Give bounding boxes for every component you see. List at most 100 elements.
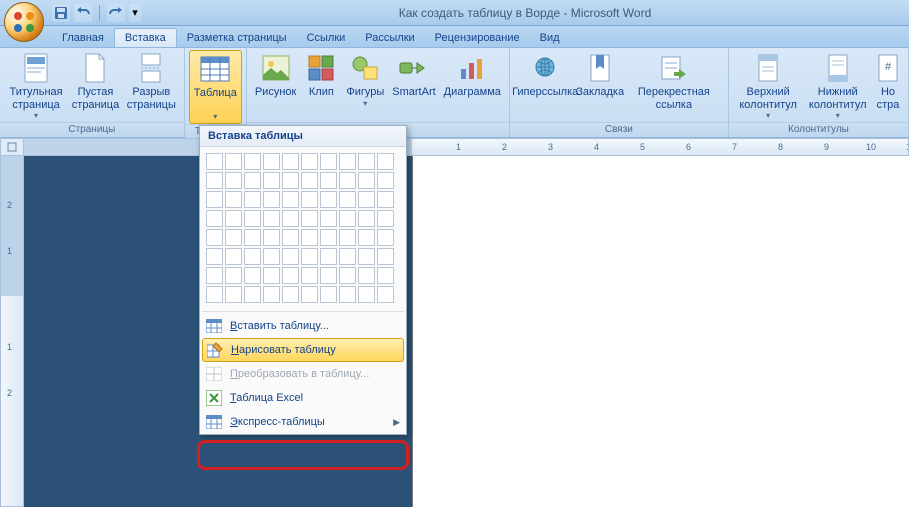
- grid-cell[interactable]: [244, 267, 261, 284]
- grid-cell[interactable]: [225, 229, 242, 246]
- grid-cell[interactable]: [320, 229, 337, 246]
- grid-cell[interactable]: [263, 191, 280, 208]
- grid-cell[interactable]: [320, 172, 337, 189]
- grid-cell[interactable]: [339, 286, 356, 303]
- grid-cell[interactable]: [225, 191, 242, 208]
- clip-button[interactable]: Клип: [300, 50, 342, 101]
- grid-cell[interactable]: [244, 229, 261, 246]
- chart-button[interactable]: Диаграмма: [440, 50, 505, 101]
- grid-cell[interactable]: [244, 172, 261, 189]
- grid-cell[interactable]: [263, 229, 280, 246]
- grid-cell[interactable]: [339, 248, 356, 265]
- grid-cell[interactable]: [244, 153, 261, 170]
- grid-cell[interactable]: [263, 248, 280, 265]
- grid-cell[interactable]: [339, 229, 356, 246]
- smartart-button[interactable]: SmartArt: [388, 50, 439, 101]
- grid-cell[interactable]: [358, 191, 375, 208]
- grid-cell[interactable]: [263, 210, 280, 227]
- grid-cell[interactable]: [377, 286, 394, 303]
- quick-tables-item[interactable]: Экспресс-таблицы ▶: [200, 410, 406, 434]
- grid-cell[interactable]: [301, 210, 318, 227]
- grid-cell[interactable]: [301, 191, 318, 208]
- grid-cell[interactable]: [206, 229, 223, 246]
- page-break-button[interactable]: Разрыв страницы: [123, 50, 180, 113]
- undo-button[interactable]: [74, 4, 92, 22]
- tab-view[interactable]: Вид: [530, 29, 570, 47]
- grid-cell[interactable]: [377, 172, 394, 189]
- grid-cell[interactable]: [206, 191, 223, 208]
- grid-cell[interactable]: [301, 267, 318, 284]
- grid-cell[interactable]: [301, 172, 318, 189]
- grid-cell[interactable]: [339, 191, 356, 208]
- grid-cell[interactable]: [358, 172, 375, 189]
- grid-cell[interactable]: [244, 248, 261, 265]
- grid-cell[interactable]: [301, 286, 318, 303]
- grid-cell[interactable]: [206, 286, 223, 303]
- grid-cell[interactable]: [263, 172, 280, 189]
- footer-button[interactable]: Нижний колонтитул▾: [803, 50, 871, 122]
- grid-cell[interactable]: [339, 267, 356, 284]
- horizontal-ruler[interactable]: 1 1 2 3 4 5 6 7 8 9 10 11: [24, 138, 909, 156]
- grid-cell[interactable]: [320, 153, 337, 170]
- grid-cell[interactable]: [263, 286, 280, 303]
- tab-mailings[interactable]: Рассылки: [355, 29, 424, 47]
- blank-page-button[interactable]: Пустая страница: [68, 50, 123, 113]
- grid-cell[interactable]: [225, 248, 242, 265]
- shapes-button[interactable]: Фигуры▾: [342, 50, 388, 110]
- grid-cell[interactable]: [244, 286, 261, 303]
- bookmark-button[interactable]: Закладка: [576, 50, 623, 101]
- hyperlink-button[interactable]: Гиперссылка: [514, 50, 577, 101]
- grid-cell[interactable]: [206, 267, 223, 284]
- grid-cell[interactable]: [225, 172, 242, 189]
- document-area[interactable]: FREE-OFFICE.NET: [24, 156, 909, 507]
- grid-cell[interactable]: [282, 191, 299, 208]
- grid-cell[interactable]: [339, 210, 356, 227]
- grid-cell[interactable]: [225, 286, 242, 303]
- table-grid-picker[interactable]: [200, 147, 406, 309]
- grid-cell[interactable]: [358, 248, 375, 265]
- redo-button[interactable]: [107, 4, 125, 22]
- grid-cell[interactable]: [225, 153, 242, 170]
- grid-cell[interactable]: [206, 153, 223, 170]
- grid-cell[interactable]: [282, 229, 299, 246]
- vertical-ruler[interactable]: 2 1 1 2: [0, 156, 24, 507]
- grid-cell[interactable]: [301, 248, 318, 265]
- tab-page-layout[interactable]: Разметка страницы: [177, 29, 297, 47]
- grid-cell[interactable]: [320, 248, 337, 265]
- grid-cell[interactable]: [320, 210, 337, 227]
- grid-cell[interactable]: [263, 153, 280, 170]
- grid-cell[interactable]: [377, 153, 394, 170]
- grid-cell[interactable]: [301, 229, 318, 246]
- header-button[interactable]: Верхний колонтитул▾: [733, 50, 804, 122]
- grid-cell[interactable]: [339, 172, 356, 189]
- grid-cell[interactable]: [263, 267, 280, 284]
- grid-cell[interactable]: [358, 267, 375, 284]
- grid-cell[interactable]: [358, 229, 375, 246]
- grid-cell[interactable]: [377, 267, 394, 284]
- tab-home[interactable]: Главная: [52, 29, 114, 47]
- grid-cell[interactable]: [358, 210, 375, 227]
- picture-button[interactable]: Рисунок: [251, 50, 301, 101]
- grid-cell[interactable]: [282, 210, 299, 227]
- insert-table-item[interactable]: Вставить таблицу...: [200, 314, 406, 338]
- grid-cell[interactable]: [206, 172, 223, 189]
- cover-page-button[interactable]: Титульная страница▾: [4, 50, 68, 122]
- ruler-corner[interactable]: [0, 138, 24, 156]
- grid-cell[interactable]: [282, 248, 299, 265]
- grid-cell[interactable]: [244, 191, 261, 208]
- grid-cell[interactable]: [358, 153, 375, 170]
- excel-table-item[interactable]: Таблица Excel: [200, 386, 406, 410]
- save-button[interactable]: [52, 4, 70, 22]
- pagenum-button[interactable]: #Но стра: [872, 50, 904, 113]
- tab-insert[interactable]: Вставка: [114, 28, 177, 47]
- grid-cell[interactable]: [377, 229, 394, 246]
- grid-cell[interactable]: [301, 153, 318, 170]
- grid-cell[interactable]: [282, 267, 299, 284]
- grid-cell[interactable]: [282, 172, 299, 189]
- crossref-button[interactable]: Перекрестная ссылка: [624, 50, 724, 113]
- grid-cell[interactable]: [377, 191, 394, 208]
- draw-table-item[interactable]: Нарисовать таблицу: [202, 338, 404, 362]
- tab-references[interactable]: Ссылки: [297, 29, 356, 47]
- office-button[interactable]: [4, 2, 44, 42]
- grid-cell[interactable]: [358, 286, 375, 303]
